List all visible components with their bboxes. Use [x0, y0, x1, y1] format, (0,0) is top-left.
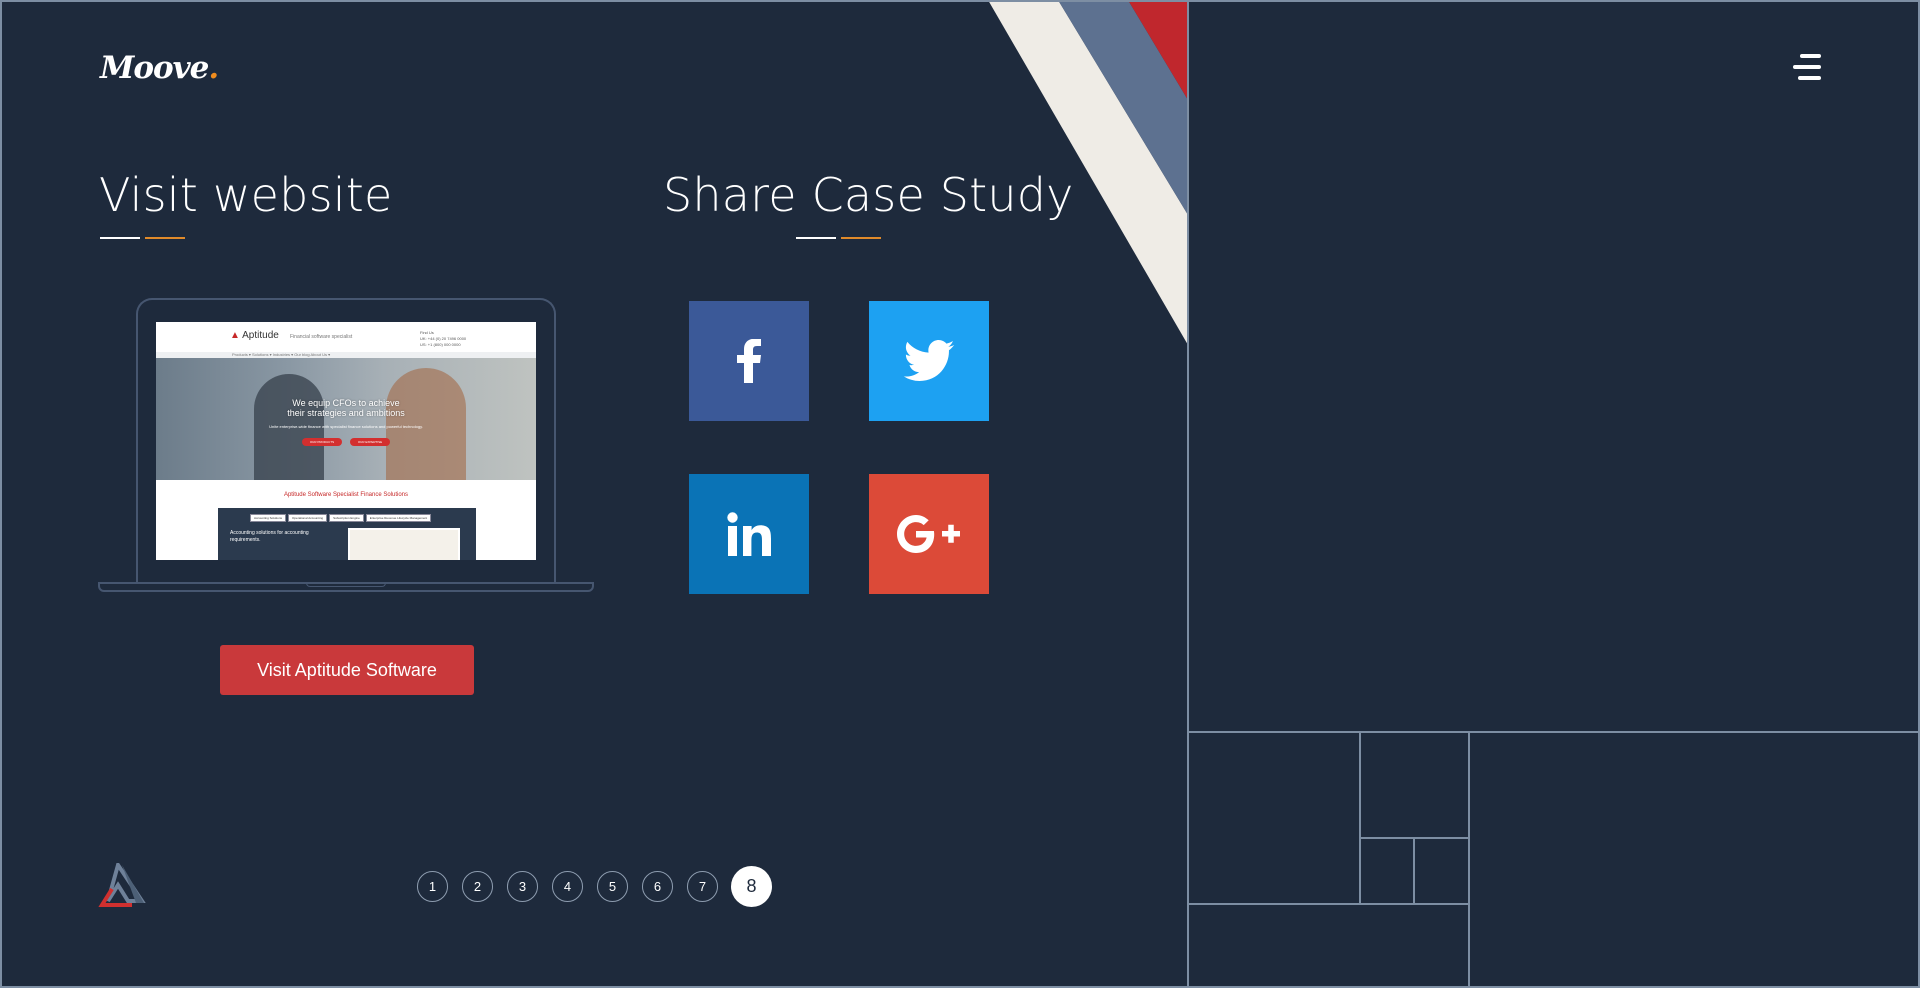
preview-hero-sub: Unite enterprise-wide finance with speci…	[269, 424, 423, 429]
aptitude-triangle-logo	[98, 863, 146, 907]
website-preview-screen[interactable]: ▲ Aptitude Financial software specialist…	[156, 322, 536, 560]
laptop-notch	[306, 582, 386, 587]
linkedin-icon	[727, 512, 771, 556]
grid-line	[1468, 733, 1470, 988]
share-case-study-title: Share Case Study	[663, 168, 1074, 222]
facebook-icon	[737, 339, 761, 383]
moove-logo[interactable]: Moove.	[100, 50, 219, 86]
page-button-5[interactable]: 5	[597, 871, 628, 902]
aptitude-logo: ▲ Aptitude	[230, 330, 279, 341]
google-plus-icon	[897, 515, 960, 553]
visit-website-title: Visit website	[99, 168, 393, 222]
page-button-6[interactable]: 6	[642, 871, 673, 902]
case-study-panel: Moove. Visit website Share Case Study ▲ …	[0, 0, 1188, 988]
preview-hero-title: We equip CFOs to achieve their strategie…	[287, 398, 405, 418]
laptop-mockup: ▲ Aptitude Financial software specialist…	[98, 298, 594, 594]
twitter-icon	[903, 340, 955, 381]
preview-btn: OUR PRODUCTS	[302, 438, 342, 446]
preview-tagline: Financial software specialist	[290, 334, 353, 340]
share-facebook-button[interactable]	[689, 301, 809, 421]
page-button-4[interactable]: 4	[552, 871, 583, 902]
share-twitter-button[interactable]	[869, 301, 989, 421]
page-button-3[interactable]: 3	[507, 871, 538, 902]
preview-contact: Find Us UK: +44 (0) 20 7496 0000 US: +1 …	[420, 330, 467, 347]
page-button-8-current[interactable]: 8	[731, 866, 772, 907]
share-linkedin-button[interactable]	[689, 474, 809, 594]
title-underline-orange	[841, 237, 881, 239]
grid-line	[1189, 731, 1920, 733]
preview-hero: We equip CFOs to achieve their strategie…	[156, 358, 536, 480]
title-underline-white	[796, 237, 836, 239]
page-button-1[interactable]: 1	[417, 871, 448, 902]
grid-line	[1189, 903, 1468, 905]
title-underline-white	[100, 237, 140, 239]
grid-line	[1413, 839, 1415, 905]
preview-panel: Accounting Solutions Operational Accounti…	[218, 508, 476, 560]
visit-aptitude-button[interactable]: Visit Aptitude Software	[220, 645, 474, 695]
preview-btn: OUR EXPERTISE	[350, 438, 390, 446]
grid-line	[1359, 733, 1361, 905]
preview-subtitle: Aptitude Software Specialist Finance Sol…	[283, 492, 409, 498]
page-button-7[interactable]: 7	[687, 871, 718, 902]
share-google-plus-button[interactable]	[869, 474, 989, 594]
fibonacci-grid-panel	[1187, 0, 1920, 988]
title-underline-orange	[145, 237, 185, 239]
page-button-2[interactable]: 2	[462, 871, 493, 902]
